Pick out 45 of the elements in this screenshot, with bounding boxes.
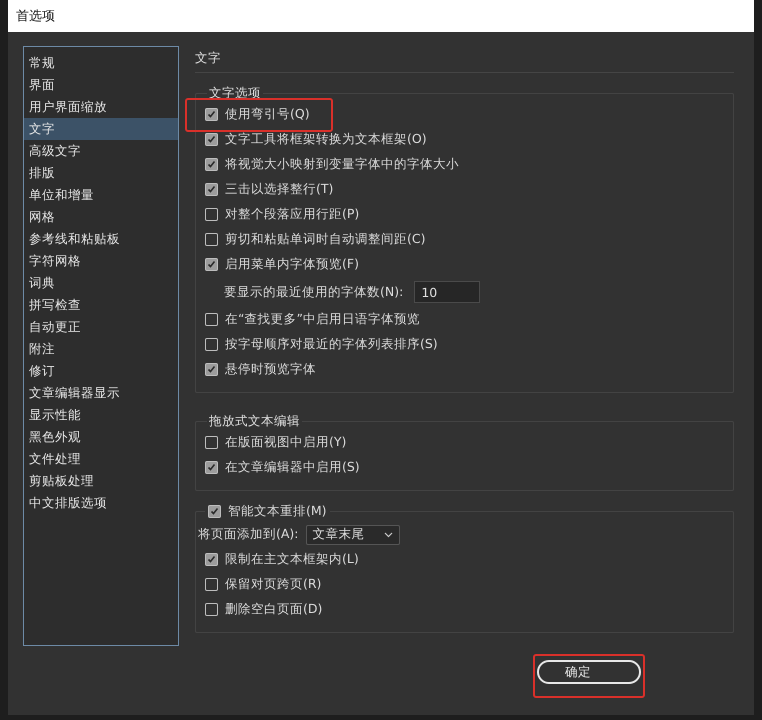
checkbox-label: 在“查找更多”中启用日语字体预览 [225, 311, 420, 328]
checkbox-label: 三击以选择整行(T) [225, 181, 334, 198]
category-item[interactable]: 字符网格 [24, 250, 178, 272]
checkbox-label: 文字工具将框架转换为文本框架(O) [225, 131, 427, 148]
category-item[interactable]: 拼写检查 [24, 294, 178, 316]
category-item[interactable]: 高级文字 [24, 140, 178, 162]
category-item[interactable]: 中文排版选项 [24, 492, 178, 514]
field-label: 将页面添加到(A): [198, 526, 299, 543]
category-item[interactable]: 参考线和粘贴板 [24, 228, 178, 250]
category-item[interactable]: 常规 [24, 52, 178, 74]
checkbox-label: 保留对页跨页(R) [225, 576, 322, 593]
category-item[interactable]: 排版 [24, 162, 178, 184]
checkbox-label: 剪切和粘贴单词时自动调整间距(C) [225, 231, 426, 248]
checkbox-label: 使用弯引号(Q) [225, 106, 310, 123]
window-title: 首选项 [16, 8, 55, 25]
category-item[interactable]: 修订 [24, 360, 178, 382]
checkbox-label: 在文章编辑器中启用(S) [225, 459, 360, 476]
category-item[interactable]: 界面 [24, 74, 178, 96]
category-item[interactable]: 附注 [24, 338, 178, 360]
checkbox-label: 智能文本重排(M) [228, 503, 327, 520]
checkbox-label: 对整个段落应用行距(P) [225, 206, 360, 223]
section-heading: 文字 [195, 46, 734, 73]
category-item[interactable]: 词典 [24, 272, 178, 294]
checkbox-label: 悬停时预览字体 [225, 361, 316, 378]
category-item[interactable]: 黑色外观 [24, 426, 178, 448]
category-item[interactable]: 显示性能 [24, 404, 178, 426]
checkbox-label: 限制在主文本框架内(L) [225, 551, 359, 568]
checkbox-label: 在版面视图中启用(Y) [225, 434, 346, 451]
field-label: 要显示的最近使用的字体数(N): [224, 284, 404, 300]
category-item[interactable]: 自动更正 [24, 316, 178, 338]
category-item[interactable]: 单位和增量 [24, 184, 178, 206]
category-item[interactable]: 剪贴板处理 [24, 470, 178, 492]
category-item[interactable]: 文件处理 [24, 448, 178, 470]
category-item[interactable]: 用户界面缩放 [24, 96, 178, 118]
checkbox-label: 启用菜单内字体预览(F) [225, 256, 359, 273]
checkbox-label: 删除空白页面(D) [225, 601, 322, 618]
ok-button[interactable]: 确定 [537, 660, 641, 684]
category-item[interactable]: 文章编辑器显示 [24, 382, 178, 404]
category-item[interactable]: 网格 [24, 206, 178, 228]
category-item[interactable]: 文字 [24, 118, 178, 140]
checkbox-label: 按字母顺序对最近的字体列表排序(S) [225, 336, 438, 353]
checkbox-label: 将视觉大小映射到变量字体中的字体大小 [225, 156, 459, 173]
dropdown[interactable]: 文章末尾 [306, 524, 400, 544]
number-field[interactable]: 10 [414, 281, 480, 303]
group-legend: 拖放式文本编辑 [207, 413, 302, 430]
